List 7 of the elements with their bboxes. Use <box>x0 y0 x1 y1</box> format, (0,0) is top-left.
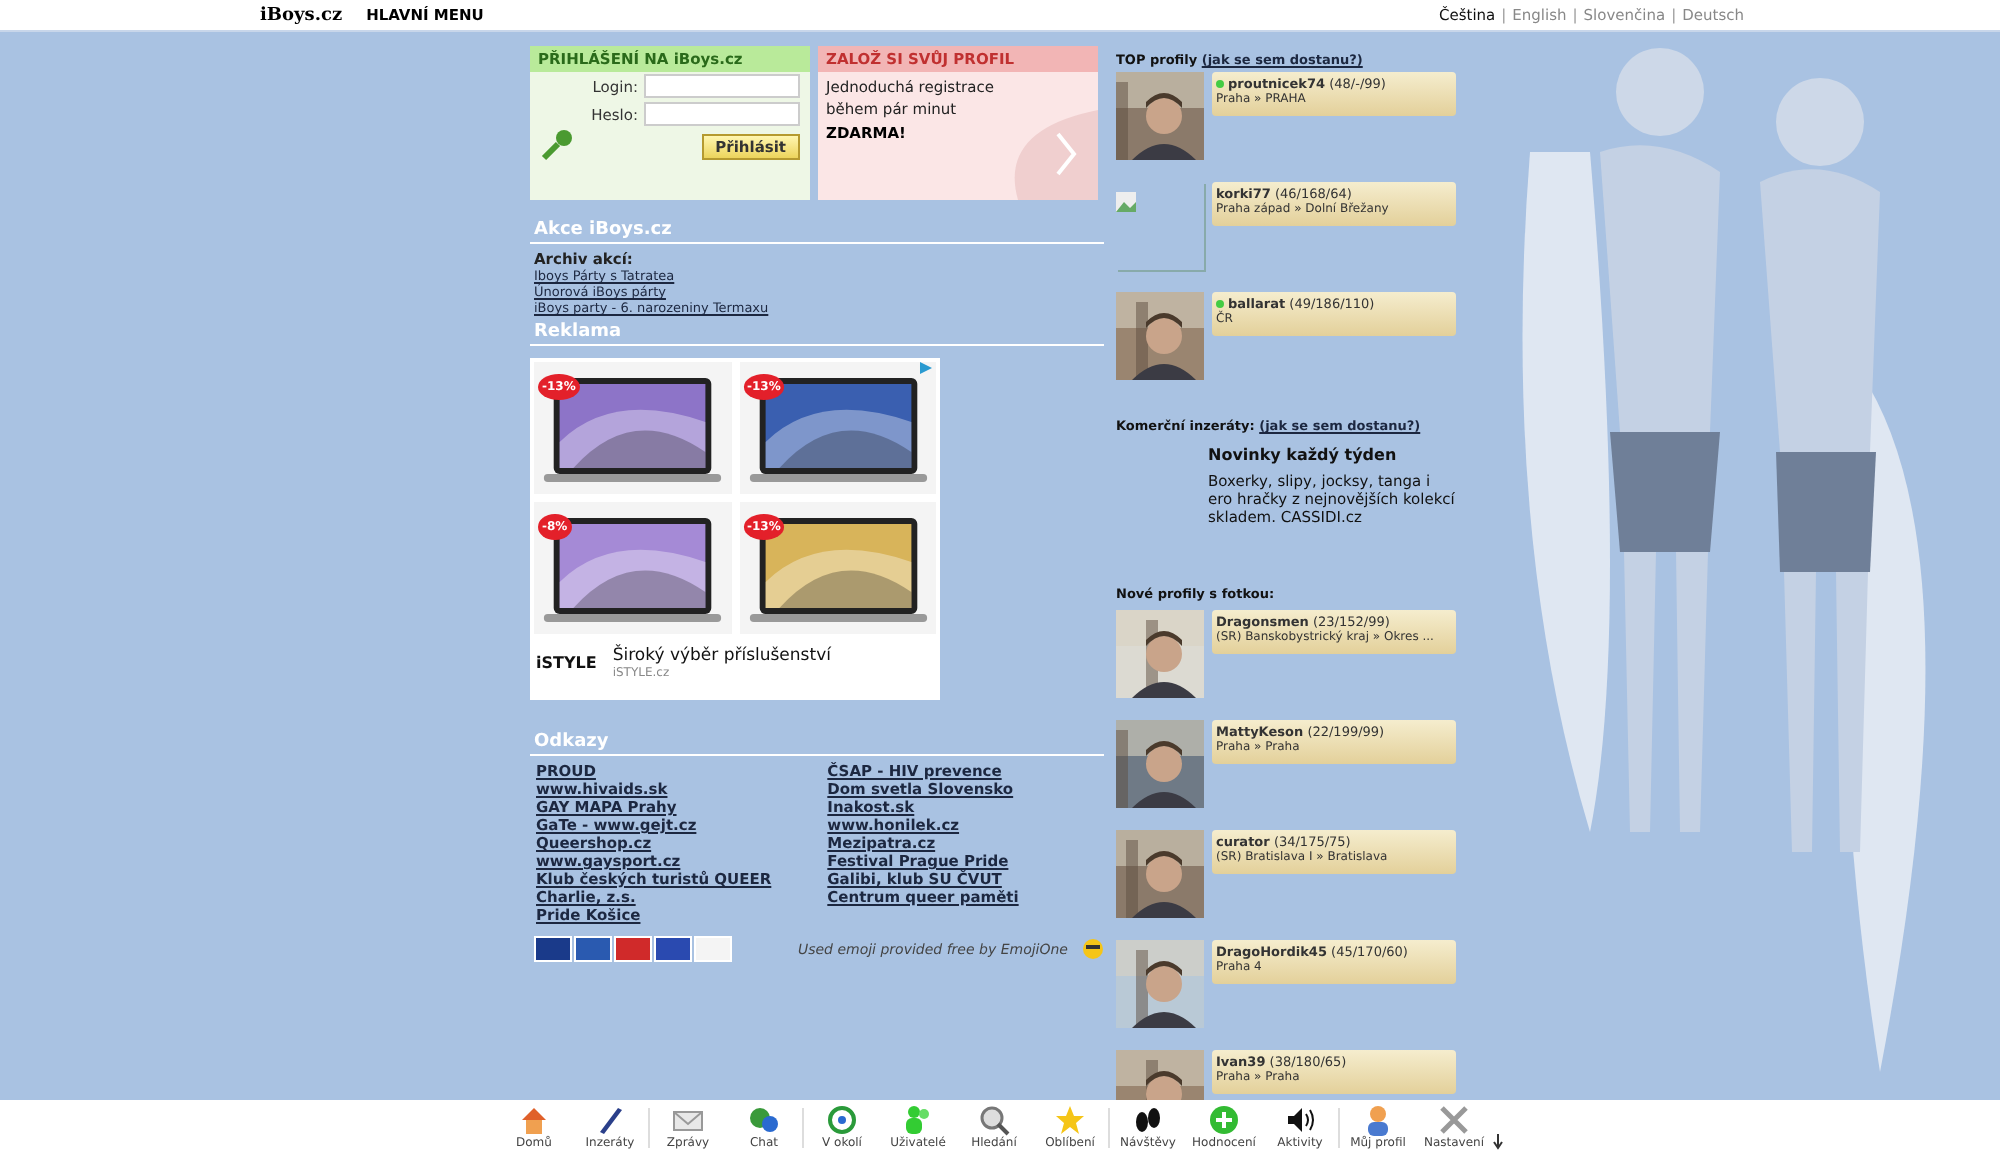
section-heading: Reklama <box>530 322 1104 346</box>
section-heading: Odkazy <box>530 732 1104 756</box>
section-heading: Akce iBoys.cz <box>530 220 1104 244</box>
ad-logo: iSTYLE <box>536 654 597 672</box>
ad-title: Široký výběr příslušenství <box>612 646 831 666</box>
ad-title[interactable]: Novinky každý týden <box>1208 446 1456 464</box>
site-logo[interactable]: iBoys.cz <box>260 5 343 25</box>
